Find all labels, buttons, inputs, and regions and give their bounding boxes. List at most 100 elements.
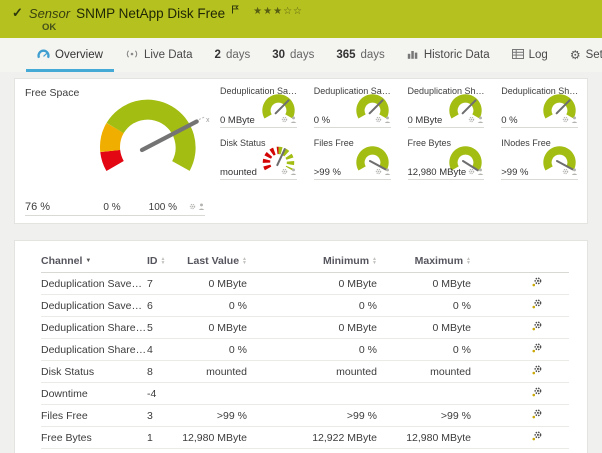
cell-minimum: 12,922 MByte [251, 427, 381, 449]
tile-gear-icon[interactable] [562, 167, 569, 178]
tile-user-icon[interactable] [477, 115, 484, 126]
tab-historic-data[interactable]: Historic Data [396, 38, 501, 72]
tab-log[interactable]: Log [501, 38, 559, 72]
tile-user-icon[interactable] [384, 115, 391, 126]
gauge-user-icon[interactable] [198, 202, 205, 213]
tile-gear-icon[interactable] [281, 115, 288, 126]
tile-gear-icon[interactable] [375, 115, 382, 126]
channel-settings-gear-icon[interactable] [531, 386, 543, 401]
column-header-last-value[interactable]: Last Value▲▼ [181, 249, 251, 273]
cell-id: -4 [147, 383, 181, 405]
channel-settings-gear-icon[interactable] [531, 298, 543, 313]
tab-2-days-number: 2 [215, 49, 221, 61]
tile-user-icon[interactable] [571, 167, 578, 178]
tile-gear-icon[interactable] [281, 167, 288, 178]
cell-channel: Free Space [41, 449, 147, 453]
tab-settings-label: Settings [586, 49, 602, 61]
cell-last-value: 0 MByte [181, 273, 251, 295]
tile-dedup-shared-bytes[interactable]: Deduplication Shared ... 0 MByte [399, 81, 488, 133]
channel-settings-gear-icon[interactable] [531, 320, 543, 335]
sort-icon: ▲▼ [161, 257, 166, 265]
tile-gear-icon[interactable] [562, 115, 569, 126]
gauge-scale-max: 100 % [149, 202, 177, 213]
gear-icon: ⚙ [570, 49, 581, 61]
channel-settings-gear-icon[interactable] [531, 430, 543, 445]
column-header-id[interactable]: ID▲▼ [147, 249, 181, 273]
gauge-settings-gear-icon[interactable] [189, 202, 196, 213]
status-check-icon: ✓ [12, 5, 23, 21]
tab-365-days-number: 365 [336, 49, 355, 61]
cell-minimum: >99 % [251, 405, 381, 427]
cell-maximum [381, 383, 475, 405]
gauge-value: 76 % [25, 201, 50, 213]
tile-user-icon[interactable] [477, 167, 484, 178]
tab-365-days[interactable]: 365 days [325, 38, 395, 72]
tab-365-days-unit: days [361, 49, 385, 61]
cell-channel: Deduplication Saved Sp... [41, 273, 147, 295]
tab-30-days[interactable]: 30 days [261, 38, 325, 72]
table-row: Downtime -4 [41, 383, 569, 405]
tile-dedup-shared-pct[interactable]: Deduplication Shared ... 0 % [492, 81, 581, 133]
tile-user-icon[interactable] [571, 115, 578, 126]
tile-dedup-saved-bytes[interactable]: Deduplication Saved S... 0 MByte [211, 81, 300, 133]
tile-free-bytes[interactable]: Free Bytes 12,980 MByte [399, 133, 488, 185]
channel-settings-gear-icon[interactable] [531, 342, 543, 357]
cell-last-value: >99 % [181, 405, 251, 427]
tile-files-free[interactable]: Files Free >99 % [305, 133, 394, 185]
cell-channel: Deduplication Shared S... [41, 339, 147, 361]
priority-stars[interactable]: ★★★☆☆ [253, 6, 303, 17]
cell-last-value: 12,980 MByte [181, 427, 251, 449]
cell-edit [475, 273, 569, 295]
tab-live-data[interactable]: Live Data [114, 38, 204, 72]
channel-settings-gear-icon[interactable] [531, 364, 543, 379]
log-table-icon [512, 49, 524, 62]
table-row: Deduplication Shared S... 4 0 % 0 % 0 % [41, 339, 569, 361]
cell-minimum: 0 % [251, 295, 381, 317]
channel-settings-gear-icon[interactable] [531, 408, 543, 423]
channels-table-panel: Channel▼ ID▲▼ Last Value▲▼ Minimum▲▼ Max… [14, 240, 588, 453]
tab-historic-data-label: Historic Data [424, 49, 490, 61]
tile-value: 0 % [314, 115, 330, 126]
cell-channel: Free Bytes [41, 427, 147, 449]
table-body: Deduplication Saved Sp... 7 0 MByte 0 MB… [41, 273, 569, 453]
tile-value: 12,980 MByte [408, 167, 467, 178]
tile-inodes-free[interactable]: INodes Free >99 % [492, 133, 581, 185]
cell-maximum: 76 % [381, 449, 475, 453]
overview-content: Free Space x 76 % 0 % 100 % [0, 72, 602, 453]
tile-user-icon[interactable] [384, 167, 391, 178]
sensor-header: ✓ Sensor SNMP NetApp Disk Free ★★★☆☆ OK [0, 0, 602, 38]
tile-user-icon[interactable] [290, 115, 297, 126]
overview-gauge-icon [37, 49, 50, 62]
tab-settings[interactable]: ⚙ Settings [559, 38, 602, 72]
tile-disk-status[interactable]: Disk Status mounted [211, 133, 300, 185]
cell-last-value: 0 MByte [181, 317, 251, 339]
cell-id: 4 [147, 339, 181, 361]
sort-icon: ▲▼ [372, 257, 377, 265]
tile-user-icon[interactable] [290, 167, 297, 178]
tab-overview[interactable]: Overview [26, 38, 114, 72]
tile-gear-icon[interactable] [375, 167, 382, 178]
column-header-maximum[interactable]: Maximum▲▼ [381, 249, 475, 273]
cell-channel: Disk Status [41, 361, 147, 383]
tile-value: 0 % [501, 115, 517, 126]
tab-2-days[interactable]: 2 days [204, 38, 262, 72]
table-row: Files Free 3 >99 % >99 % >99 % [41, 405, 569, 427]
flag-icon [231, 1, 239, 19]
sort-icon: ▲▼ [466, 257, 471, 265]
channel-settings-gear-icon[interactable] [531, 276, 543, 291]
table-row: Free Space 0 76 % 76 % 76 % [41, 449, 569, 453]
tile-gear-icon[interactable] [468, 167, 475, 178]
cell-last-value: 0 % [181, 339, 251, 361]
cell-channel: Deduplication Shared S... [41, 317, 147, 339]
tile-gear-icon[interactable] [468, 115, 475, 126]
cell-edit [475, 383, 569, 405]
sort-desc-icon: ▼ [85, 258, 91, 264]
tab-30-days-unit: days [290, 49, 314, 61]
page-title: SNMP NetApp Disk Free [76, 6, 225, 21]
cell-minimum: mounted [251, 361, 381, 383]
column-header-channel[interactable]: Channel▼ [41, 249, 147, 273]
column-header-minimum[interactable]: Minimum▲▼ [251, 249, 381, 273]
cell-last-value [181, 383, 251, 405]
tile-dedup-saved-pct[interactable]: Deduplication Saved S... 0 % [305, 81, 394, 133]
tab-live-data-label: Live Data [144, 49, 193, 61]
